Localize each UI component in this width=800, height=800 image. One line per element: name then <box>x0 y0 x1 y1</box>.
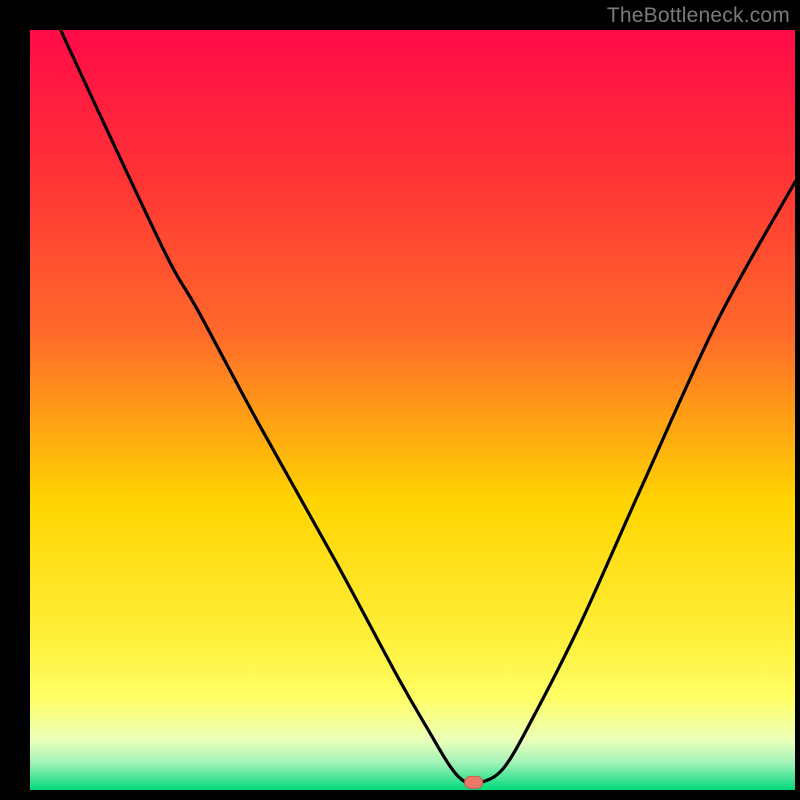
bottleneck-chart <box>0 0 800 800</box>
chart-container <box>0 0 800 800</box>
optimal-point-marker <box>465 776 483 788</box>
watermark-text: TheBottleneck.com <box>607 4 790 28</box>
plot-background <box>30 30 795 790</box>
